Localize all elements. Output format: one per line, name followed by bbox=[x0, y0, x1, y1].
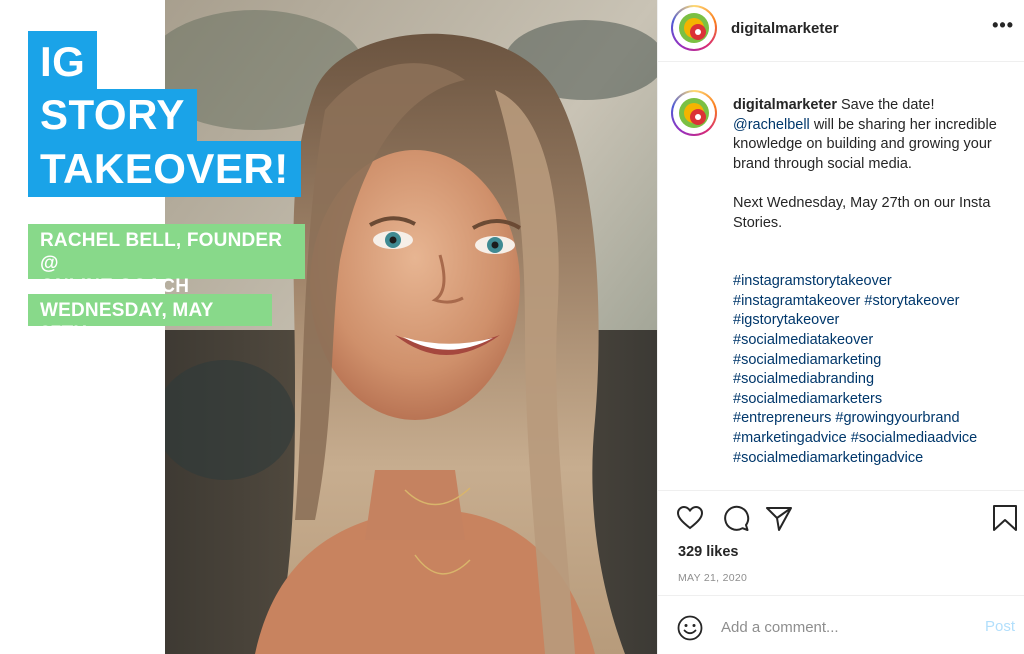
headline-line-3: TAKEOVER! bbox=[28, 141, 301, 197]
comment-bar: Post bbox=[658, 595, 1024, 654]
hashtag-link[interactable]: #growingyourbrand bbox=[835, 410, 959, 426]
post-header: digitalmarketer ••• bbox=[658, 0, 1024, 62]
heart-icon[interactable] bbox=[676, 504, 704, 532]
event-date-label: WEDNESDAY, MAY 27TH bbox=[28, 294, 272, 344]
emoji-icon[interactable] bbox=[677, 615, 703, 641]
founder-label: RACHEL BELL, FOUNDER @ ONLINE COACH UNIV… bbox=[28, 224, 305, 320]
share-icon[interactable] bbox=[765, 504, 793, 532]
caption-second-paragraph: Next Wednesday, May 27th on our Insta St… bbox=[733, 194, 991, 231]
comment-input[interactable] bbox=[721, 616, 971, 638]
hashtag-link[interactable]: #instagramtakeover bbox=[733, 293, 860, 309]
post-photo bbox=[165, 0, 657, 654]
caption-username-link[interactable]: digitalmarketer bbox=[733, 97, 837, 113]
hashtag-link[interactable]: #socialmediabranding bbox=[733, 371, 874, 387]
hashtag-link[interactable]: #entrepreneurs bbox=[733, 410, 831, 426]
post-comment-button[interactable]: Post bbox=[985, 618, 1015, 635]
caption-scroll-area[interactable]: digitalmarketer Save the date! @rachelbe… bbox=[658, 62, 1024, 490]
hashtag-link[interactable]: #socialmediamarketers bbox=[733, 391, 882, 407]
profile-avatar[interactable] bbox=[671, 5, 717, 51]
hashtag-link[interactable]: #socialmediamarketingadvice bbox=[733, 450, 923, 466]
likes-count[interactable]: 329 likes bbox=[678, 544, 738, 560]
post-caption: digitalmarketer Save the date! @rachelbe… bbox=[733, 96, 1008, 468]
hashtag-link[interactable]: #socialmediatakeover bbox=[733, 332, 873, 348]
post-media[interactable]: IG STORY TAKEOVER! RACHEL BELL, FOUNDER … bbox=[0, 0, 657, 654]
portrait-illustration bbox=[165, 0, 657, 654]
header-username-link[interactable]: digitalmarketer bbox=[731, 20, 839, 37]
hashtag-link[interactable]: #igstorytakeover bbox=[733, 312, 839, 328]
post-actions: 329 likes MAY 21, 2020 bbox=[658, 490, 1024, 595]
comment-icon[interactable] bbox=[722, 504, 750, 532]
digitalmarketer-logo-icon bbox=[679, 98, 709, 128]
hashtag-link[interactable]: #socialmediamarketing bbox=[733, 352, 881, 368]
hashtag-link[interactable]: #marketingadvice bbox=[733, 430, 847, 446]
post-date[interactable]: MAY 21, 2020 bbox=[678, 572, 747, 584]
caption-avatar[interactable] bbox=[671, 90, 717, 136]
founder-line-1: RACHEL BELL, FOUNDER @ bbox=[40, 230, 283, 274]
digitalmarketer-logo-icon bbox=[679, 13, 709, 43]
mention-link[interactable]: @rachelbell bbox=[733, 117, 810, 133]
hashtag-link[interactable]: #storytakeover bbox=[864, 293, 959, 309]
headline-line-2: STORY bbox=[28, 89, 197, 141]
hashtag-link[interactable]: #socialmediaadvice bbox=[851, 430, 978, 446]
more-options-icon[interactable]: ••• bbox=[992, 15, 1014, 36]
post-sidebar: digitalmarketer ••• digitalmarketer Save… bbox=[657, 0, 1024, 654]
bookmark-icon[interactable] bbox=[991, 504, 1019, 532]
headline-line-1: IG bbox=[28, 31, 98, 89]
caption-intro-text: Save the date! bbox=[836, 97, 935, 113]
hashtag-link[interactable]: #instagramstorytakeover bbox=[733, 273, 892, 289]
